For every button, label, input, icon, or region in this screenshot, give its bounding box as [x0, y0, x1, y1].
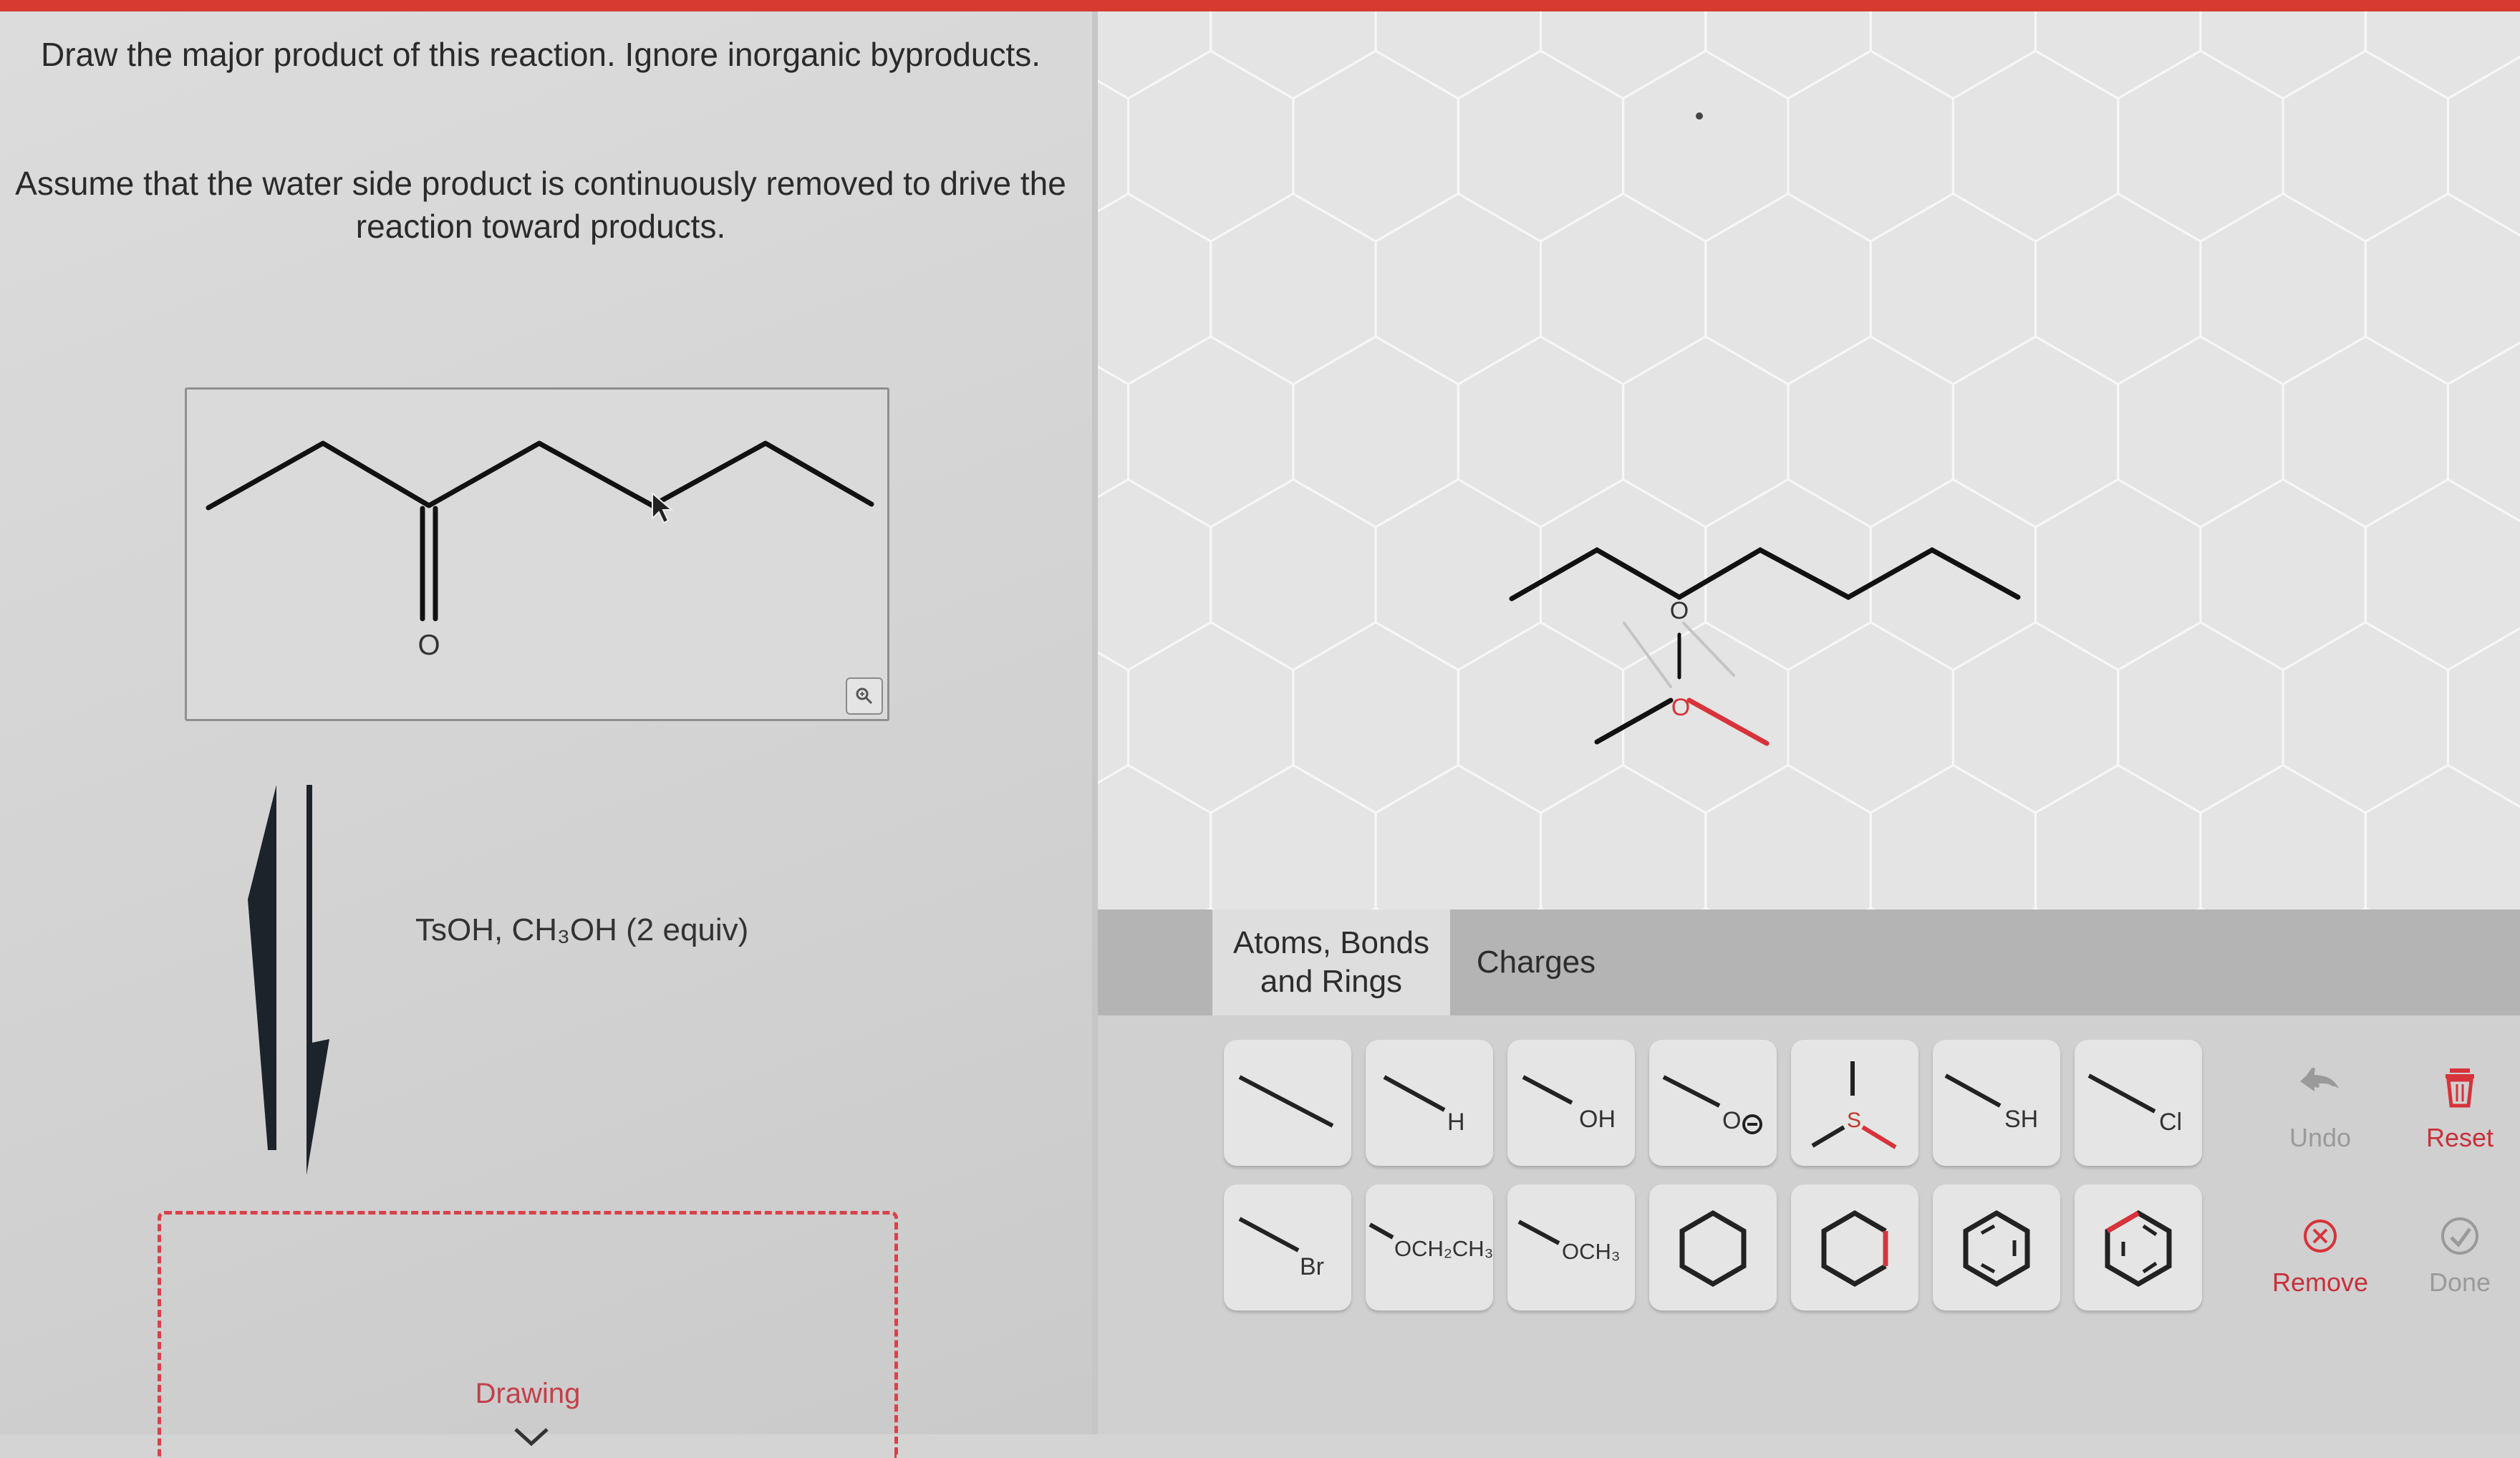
benzene-icon [1963, 1210, 2030, 1288]
drawing-canvas[interactable]: O O [1098, 11, 2520, 909]
drawing-label: Drawing [475, 1378, 581, 1409]
oxygen-label-top: O [1670, 597, 1689, 624]
carbon-chain [206, 440, 874, 511]
tab-atoms-label-line1: Atoms, Bonds [1233, 925, 1429, 960]
oxide-anion-tool[interactable]: O [1649, 1040, 1777, 1166]
equilibrium-arrows [248, 785, 329, 1175]
tab-atoms-label-line2: and Rings [1260, 964, 1403, 999]
chlorine-tool[interactable]: Cl [2075, 1040, 2202, 1166]
oh-group-tool[interactable]: OH [1507, 1040, 1635, 1166]
question-prompt: Draw the major product of this reaction.… [40, 36, 1041, 73]
tool-palette: H OH O S SH Cl Br OCH₂CH₃ OCH₃ Undo Rese… [1098, 1015, 2520, 1434]
h-label: H [1447, 1109, 1465, 1136]
bromine-tool[interactable]: Br [1224, 1184, 1351, 1310]
oxide-anion-icon [1662, 1075, 1762, 1134]
bond-to-sh-icon [1944, 1073, 2002, 1108]
done-button[interactable]: Done [2395, 1182, 2520, 1310]
sulfur-label: S [1847, 1109, 1861, 1132]
question-panel: Draw the major product of this reaction.… [0, 11, 1092, 1458]
reverse-half-arrow [306, 785, 329, 1175]
reactant-structure-box: O [185, 387, 889, 721]
sulfur-tool[interactable]: S [1791, 1040, 1918, 1166]
bond-to-oh-icon [1522, 1075, 1573, 1105]
methoxy-label: OCH₃ [1562, 1239, 1621, 1264]
tab-charges[interactable]: Charges [1450, 909, 1622, 1015]
oh-label: OH [1579, 1106, 1616, 1133]
done-label: Done [2428, 1268, 2491, 1297]
bond-to-cl-icon [2087, 1073, 2156, 1114]
cyclohexane-icon [1679, 1210, 1747, 1288]
right-alkyl-chain [1676, 546, 2021, 600]
tab-charges-label: Charges [1476, 945, 1596, 980]
cl-label: Cl [2159, 1109, 2183, 1136]
panel-divider [1092, 11, 1098, 1434]
single-bond-icon [1238, 1075, 1334, 1128]
selected-red-bond [1686, 697, 1770, 746]
undo-button[interactable]: Undo [2256, 1037, 2385, 1166]
reagents-label: TsOH, CH₃OH (2 equiv) [415, 912, 749, 947]
ethoxy-tool[interactable]: OCH₂CH₃ [1366, 1184, 1493, 1310]
oxygen-label: O [1722, 1107, 1742, 1134]
sulfur-branch-icon: S [1811, 1061, 1897, 1149]
undo-label: Undo [2289, 1123, 2352, 1152]
tab-atoms-bonds-rings[interactable]: Atoms, Bonds and Rings [1212, 909, 1450, 1015]
cyclohexane-red-icon [1821, 1210, 1888, 1288]
bond-to-h-icon [1383, 1075, 1446, 1112]
bond-to-br-icon [1238, 1217, 1300, 1252]
question-note: Assume that the water side product is co… [15, 165, 1066, 245]
single-bond-tool[interactable] [1224, 1040, 1351, 1166]
remove-button[interactable]: Remove [2256, 1182, 2385, 1310]
tool-tab-bar: Atoms, Bonds and Rings Charges [1098, 909, 2520, 1015]
forward-half-arrow [248, 785, 276, 1150]
zoom-button[interactable] [846, 677, 883, 715]
benzene-red-tool[interactable] [2075, 1184, 2202, 1310]
top-accent-bar [0, 0, 2520, 11]
sh-group-tool[interactable]: SH [1933, 1040, 2060, 1166]
canvas-dot [1696, 112, 1703, 120]
hover-guide-line-a [1623, 622, 1672, 688]
br-label: Br [1300, 1253, 1324, 1280]
reset-button[interactable]: Reset [2395, 1037, 2520, 1166]
lower-left-bond [1594, 697, 1674, 745]
benzene-tool[interactable] [1933, 1184, 2060, 1310]
reset-label: Reset [2425, 1123, 2494, 1152]
ethoxy-label: OCH₂CH₃ [1394, 1236, 1494, 1261]
oxygen-label-bottom: O [1671, 694, 1690, 721]
cyclohexane-tool[interactable] [1649, 1184, 1777, 1310]
chevron-down-icon [514, 1428, 549, 1447]
cyclohexane-red-tool[interactable] [1791, 1184, 1918, 1310]
hover-guide-line-b [1682, 622, 1735, 677]
magnifier-icon [856, 687, 873, 705]
drawn-molecule: O O [1509, 112, 2021, 746]
methoxy-tool[interactable]: OCH₃ [1507, 1184, 1635, 1310]
reactant-oxygen-label: O [417, 629, 440, 661]
h-atom-tool[interactable]: H [1366, 1040, 1493, 1166]
benzene-red-icon [2105, 1210, 2172, 1288]
remove-label: Remove [2272, 1268, 2369, 1297]
left-alkyl-chain [1509, 546, 1682, 602]
drawing-area[interactable]: Drawing [158, 1211, 898, 1458]
sh-label: SH [2004, 1106, 2039, 1133]
reactant-structure: O [206, 440, 874, 661]
